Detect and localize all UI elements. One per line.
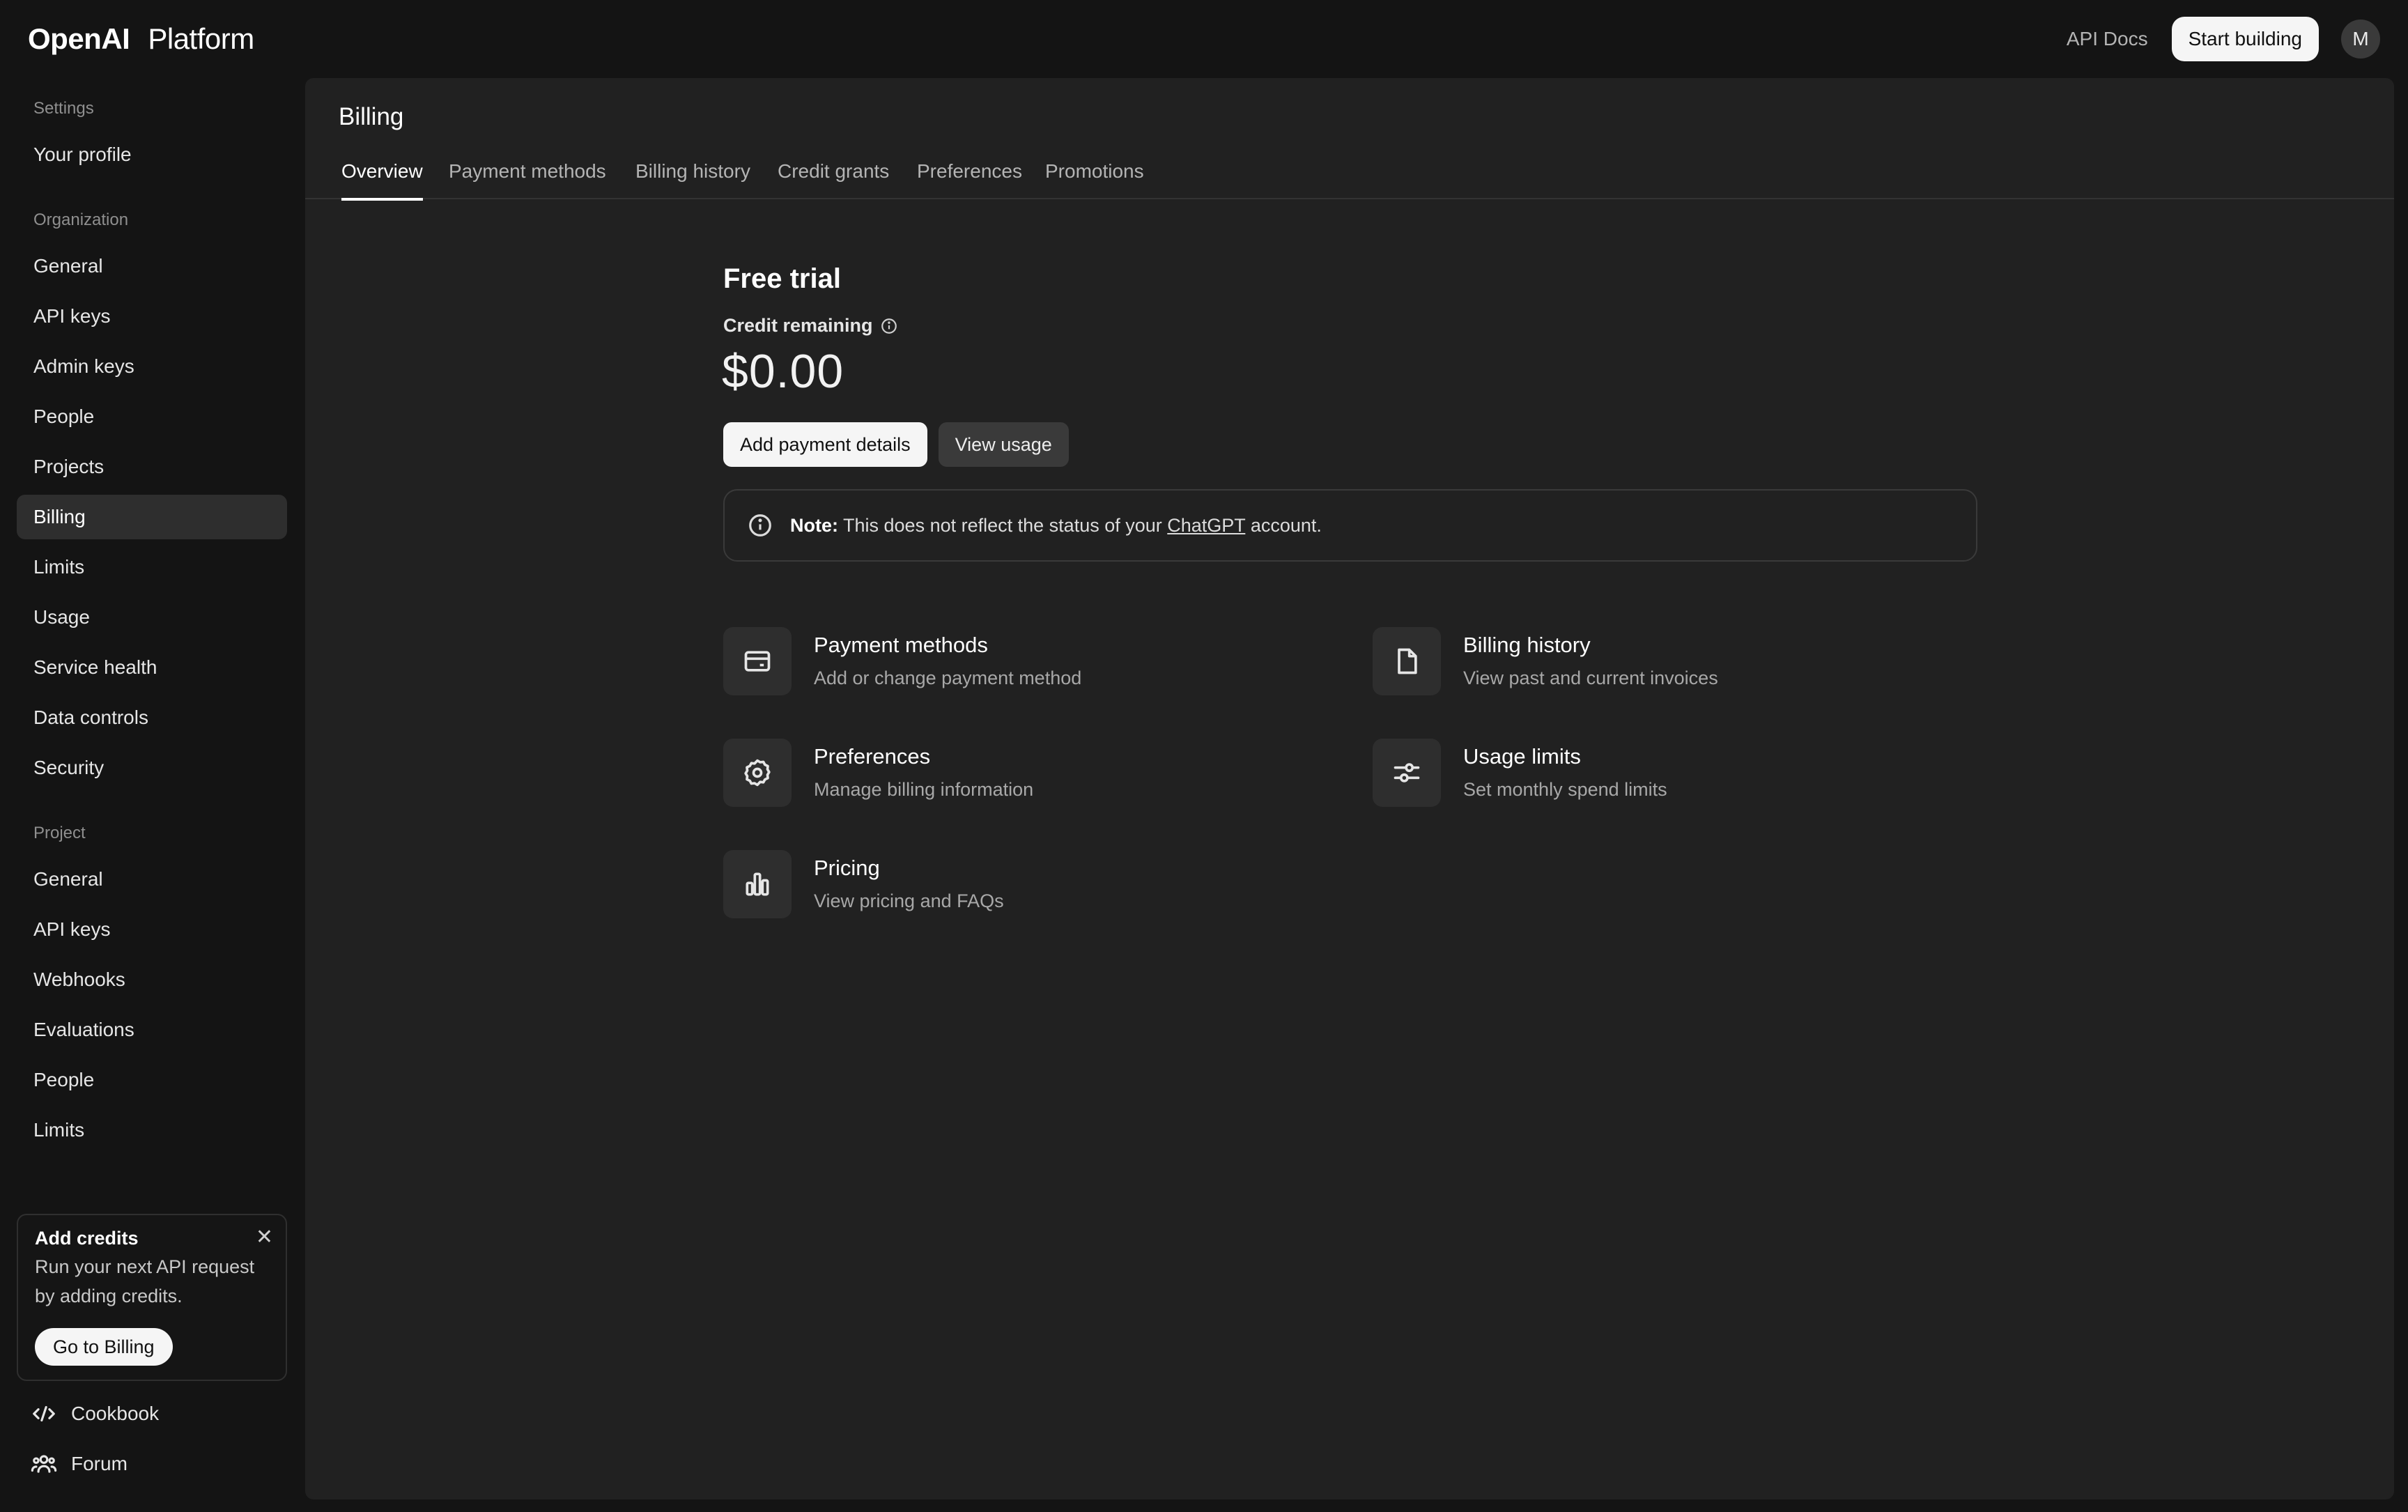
billing-actions: Add payment details View usage xyxy=(723,422,1069,467)
card-subtitle: View past and current invoices xyxy=(1463,668,1718,688)
sidebar-item-data-controls[interactable]: Data controls xyxy=(17,695,287,740)
avatar[interactable]: M xyxy=(2341,20,2380,59)
tab-overview[interactable]: Overview xyxy=(341,155,423,201)
usage-limits-card[interactable]: Usage limits Set monthly spend limits xyxy=(1373,739,1667,807)
go-to-billing-button[interactable]: Go to Billing xyxy=(35,1328,173,1366)
sidebar-item-project-general[interactable]: General xyxy=(17,857,287,902)
sidebar-item-security[interactable]: Security xyxy=(17,746,287,790)
card-subtitle: Add or change payment method xyxy=(814,668,1082,688)
note-label: Note: xyxy=(790,514,838,536)
add-credits-title: Add credits xyxy=(35,1228,139,1249)
sidebar-item-projects[interactable]: Projects xyxy=(17,445,287,489)
forum-link[interactable]: Forum xyxy=(31,1451,128,1477)
sidebar-item-project-api-keys[interactable]: API keys xyxy=(17,907,287,952)
page-title: Billing xyxy=(339,103,404,130)
sidebar-item-service-health[interactable]: Service health xyxy=(17,645,287,690)
sidebar-item-your-profile[interactable]: Your profile xyxy=(17,132,287,177)
credit-amount: $0.00 xyxy=(722,345,844,398)
document-icon xyxy=(1398,648,1417,674)
settings-heading: Settings xyxy=(33,99,94,118)
card-subtitle: View pricing and FAQs xyxy=(814,890,1004,911)
tab-payment-methods[interactable]: Payment methods xyxy=(449,155,606,199)
sidebar-item-project-people[interactable]: People xyxy=(17,1058,287,1102)
project-heading: Project xyxy=(33,824,86,842)
sidebar-item-webhooks[interactable]: Webhooks xyxy=(17,957,287,1002)
billing-panel: Billing Overview Payment methods Billing… xyxy=(305,78,2394,1499)
cookbook-link[interactable]: Cookbook xyxy=(31,1401,159,1427)
sidebar-item-project-limits[interactable]: Limits xyxy=(17,1108,287,1152)
sidebar-item-admin-keys[interactable]: Admin keys xyxy=(17,344,287,389)
sidebar-item-org-api-keys[interactable]: API keys xyxy=(17,294,287,339)
sidebar-item-org-general[interactable]: General xyxy=(17,244,287,288)
card-subtitle: Set monthly spend limits xyxy=(1463,779,1667,800)
sidebar-item-billing[interactable]: Billing xyxy=(17,495,287,539)
note-body: This does not reflect the status of your xyxy=(843,514,1162,536)
bar-chart-icon xyxy=(746,872,769,896)
payment-methods-card[interactable]: Payment methods Add or change payment me… xyxy=(723,627,1081,695)
forum-label: Forum xyxy=(71,1453,128,1474)
card-title: Usage limits xyxy=(1463,744,1581,769)
chatgpt-note: Note: This does not reflect the status o… xyxy=(723,489,1977,562)
brand-logo[interactable]: OpenAI Platform xyxy=(28,22,254,56)
gear-icon xyxy=(744,759,771,787)
card-title: Preferences xyxy=(814,744,931,769)
code-icon xyxy=(33,1405,55,1422)
organization-heading: Organization xyxy=(33,210,129,229)
users-icon xyxy=(31,1455,57,1473)
tab-billing-history[interactable]: Billing history xyxy=(635,155,750,199)
tab-credit-grants[interactable]: Credit grants xyxy=(778,155,889,199)
pricing-card[interactable]: Pricing View pricing and FAQs xyxy=(723,850,1004,918)
card-title: Pricing xyxy=(814,856,880,880)
add-credits-text: Run your next API request by adding cred… xyxy=(35,1256,255,1306)
card-subtitle: Manage billing information xyxy=(814,779,1034,800)
top-actions: API Docs Start building M xyxy=(2067,17,2380,61)
add-payment-details-button[interactable]: Add payment details xyxy=(723,422,927,467)
credit-remaining-text: Credit remaining xyxy=(723,315,873,336)
credit-remaining-label: Credit remaining xyxy=(723,315,898,337)
info-icon[interactable] xyxy=(880,317,898,335)
sidebar: Settings Your profile Organization Gener… xyxy=(0,78,304,1512)
start-building-button[interactable]: Start building xyxy=(2171,17,2319,61)
close-icon[interactable]: ✕ xyxy=(256,1225,273,1249)
top-bar: OpenAI Platform API Docs Start building … xyxy=(0,0,2408,78)
tab-promotions[interactable]: Promotions xyxy=(1045,155,1144,199)
view-usage-button[interactable]: View usage xyxy=(938,422,1069,467)
sidebar-item-org-people[interactable]: People xyxy=(17,394,287,439)
billing-tabs: Overview Payment methods Billing history… xyxy=(305,155,2394,201)
cookbook-label: Cookbook xyxy=(71,1403,160,1424)
api-docs-link[interactable]: API Docs xyxy=(2067,21,2148,57)
preferences-card[interactable]: Preferences Manage billing information xyxy=(723,739,1033,807)
add-credits-card: Add credits ✕ Run your next API request … xyxy=(17,1214,287,1381)
note-text: Note: This does not reflect the status o… xyxy=(790,515,1322,537)
sidebar-item-evaluations[interactable]: Evaluations xyxy=(17,1008,287,1052)
sidebar-item-org-limits[interactable]: Limits xyxy=(17,545,287,589)
brand-name: OpenAI xyxy=(28,22,130,55)
billing-history-card[interactable]: Billing history View past and current in… xyxy=(1373,627,1718,695)
card-title: Billing history xyxy=(1463,633,1591,657)
card-title: Payment methods xyxy=(814,633,988,657)
plan-name: Free trial xyxy=(723,263,841,294)
sliders-icon xyxy=(1394,763,1420,782)
credit-card-icon xyxy=(744,651,771,672)
chatgpt-link[interactable]: ChatGPT xyxy=(1167,515,1245,536)
tab-preferences[interactable]: Preferences xyxy=(917,155,1022,199)
info-icon xyxy=(749,514,771,537)
note-body-end: account. xyxy=(1250,514,1322,536)
brand-product: Platform xyxy=(148,22,254,55)
sidebar-item-usage[interactable]: Usage xyxy=(17,595,287,640)
